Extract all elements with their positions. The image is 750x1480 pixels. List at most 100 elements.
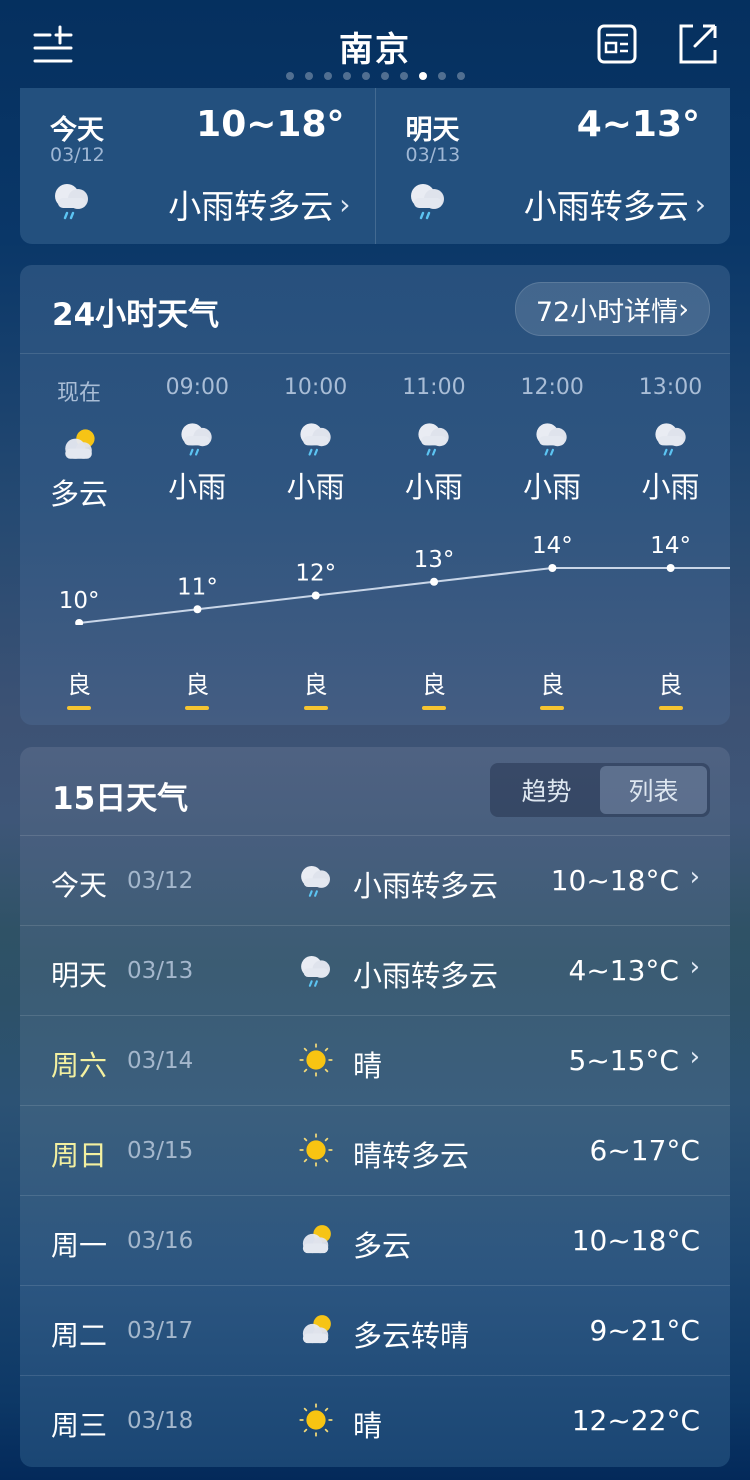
hour-time: 09:00 <box>165 375 229 400</box>
day-condition: 小雨转多云 <box>168 187 334 226</box>
aqi-label: 良 <box>303 671 328 699</box>
hour-time: 12:00 <box>520 375 584 400</box>
chevron-right-icon: › <box>689 1042 700 1072</box>
trend-view-tab[interactable]: 趋势 <box>493 766 600 814</box>
hour-time: 10:00 <box>283 375 348 400</box>
daily-title: 15日天气 <box>52 781 189 817</box>
day-temp-range: 4~13° <box>576 104 700 145</box>
hour-column: 11:00 小雨 <box>375 375 493 506</box>
day-date: 03/12 <box>50 144 105 166</box>
72-hour-detail-button[interactable]: 72小时详情 › <box>514 282 710 336</box>
temperature-point <box>666 564 675 572</box>
news-card-icon[interactable] <box>596 22 638 66</box>
row-date: 03/15 <box>127 1138 194 1164</box>
city-page-indicator[interactable] <box>0 72 750 80</box>
page-dot[interactable] <box>399 72 408 80</box>
page-dot[interactable] <box>418 72 427 80</box>
daily-row[interactable]: 周三 03/18 晴 12~22°C <box>20 1375 730 1466</box>
list-view-tab[interactable]: 列表 <box>600 766 707 814</box>
air-quality: 良 <box>20 665 138 710</box>
light-rain-icon <box>404 176 452 224</box>
page-dot[interactable] <box>323 72 332 80</box>
temperature-label: 14° <box>532 533 573 559</box>
aqi-label: 良 <box>67 671 91 699</box>
daily-row[interactable]: 周一 03/16 多云 10~18°C <box>20 1195 730 1286</box>
sunny-icon <box>295 1128 337 1172</box>
day-date: 03/13 <box>405 144 461 166</box>
daily-row[interactable]: 周日 03/15 晴转多云 6~17°C <box>20 1105 730 1196</box>
hour-column: 13:00 小雨 <box>612 375 730 506</box>
temperature-label: 11° <box>177 574 218 600</box>
hour-column: 12:00 小雨 <box>493 375 611 506</box>
daily-row[interactable]: 明天 03/13 小雨转多云 4~13°C › <box>20 925 730 1016</box>
daily-row[interactable]: 今天 03/12 小雨转多云 10~18°C › <box>20 835 730 926</box>
row-condition: 晴 <box>353 1049 383 1083</box>
aqi-label: 良 <box>185 671 210 699</box>
row-temp-range: 12~22°C <box>571 1404 700 1437</box>
top-bar: 南京 <box>0 0 750 90</box>
air-quality: 良 <box>612 665 730 710</box>
row-condition: 小雨转多云 <box>353 959 499 993</box>
aqi-bar <box>421 706 446 710</box>
row-day: 周一 <box>51 1229 108 1262</box>
daily-row[interactable]: 周六 03/14 晴 5~15°C › <box>20 1015 730 1106</box>
tomorrow-summary[interactable]: 明天 03/13 4~13° 小雨转多云 › <box>374 88 731 244</box>
partly-cloudy-icon <box>295 1308 337 1352</box>
row-day: 周六 <box>51 1049 108 1082</box>
page-dot[interactable] <box>380 72 389 80</box>
hour-condition: 多云 <box>49 477 108 511</box>
view-toggle: 趋势 列表 <box>490 763 710 817</box>
row-temp-range: 4~13°C <box>568 954 679 987</box>
hour-condition: 小雨 <box>168 470 227 504</box>
air-quality: 良 <box>257 665 375 710</box>
chevron-right-icon: › <box>694 187 706 221</box>
row-date: 03/12 <box>127 868 194 894</box>
hour-time: 现在 <box>56 381 101 406</box>
hour-column: 10:00 小雨 <box>257 375 375 506</box>
temperature-point <box>548 564 557 572</box>
day-condition-link[interactable]: 小雨转多云 › <box>524 180 706 228</box>
air-quality: 良 <box>493 665 611 710</box>
row-date: 03/18 <box>127 1408 194 1434</box>
daily-row[interactable]: 周二 03/17 多云转晴 9~21°C <box>20 1285 730 1376</box>
row-temp-range: 5~15°C <box>568 1044 679 1077</box>
row-day: 今天 <box>51 869 108 902</box>
page-dot[interactable] <box>342 72 351 80</box>
air-quality: 良 <box>375 665 493 710</box>
share-icon[interactable] <box>677 22 719 66</box>
row-temp-range: 10~18°C <box>550 864 679 897</box>
row-date: 03/13 <box>127 958 194 984</box>
today-summary[interactable]: 今天 03/12 10~18° 小雨转多云 › <box>20 88 375 244</box>
row-day: 周日 <box>51 1139 108 1172</box>
temperature-point <box>430 577 439 586</box>
sunny-icon <box>295 1038 337 1082</box>
page-dot[interactable] <box>285 72 294 80</box>
temperature-label: 12° <box>295 561 336 587</box>
row-temp-range: 9~21°C <box>589 1314 700 1347</box>
row-temp-range: 6~17°C <box>589 1134 700 1167</box>
day-condition-link[interactable]: 小雨转多云 › <box>168 180 350 228</box>
light-rain-icon <box>295 858 337 902</box>
aqi-label: 良 <box>540 671 565 699</box>
day-label: 明天 <box>405 115 460 146</box>
row-condition: 晴转多云 <box>353 1139 470 1173</box>
row-day: 周二 <box>51 1319 108 1352</box>
row-day: 周三 <box>51 1409 108 1442</box>
page-dot[interactable] <box>361 72 370 80</box>
row-condition: 晴 <box>353 1409 383 1443</box>
light-rain-icon <box>530 416 574 460</box>
light-rain-icon <box>48 176 96 224</box>
page-dot[interactable] <box>304 72 313 80</box>
row-temp-range: 10~18°C <box>571 1224 700 1257</box>
day-label: 今天 <box>50 115 104 146</box>
page-dot[interactable] <box>437 72 446 80</box>
aqi-bar <box>67 706 91 710</box>
hour-condition: 小雨 <box>641 470 700 504</box>
aqi-bar <box>303 706 328 710</box>
light-rain-icon <box>295 948 337 992</box>
temperature-point <box>311 591 320 600</box>
page-dot[interactable] <box>456 72 465 80</box>
today-tomorrow-card: 今天 03/12 10~18° 小雨转多云 › 明天 03/13 4~13° 小… <box>20 88 730 244</box>
light-rain-icon <box>294 416 338 460</box>
hour-column: 现在 多云 <box>20 375 138 513</box>
